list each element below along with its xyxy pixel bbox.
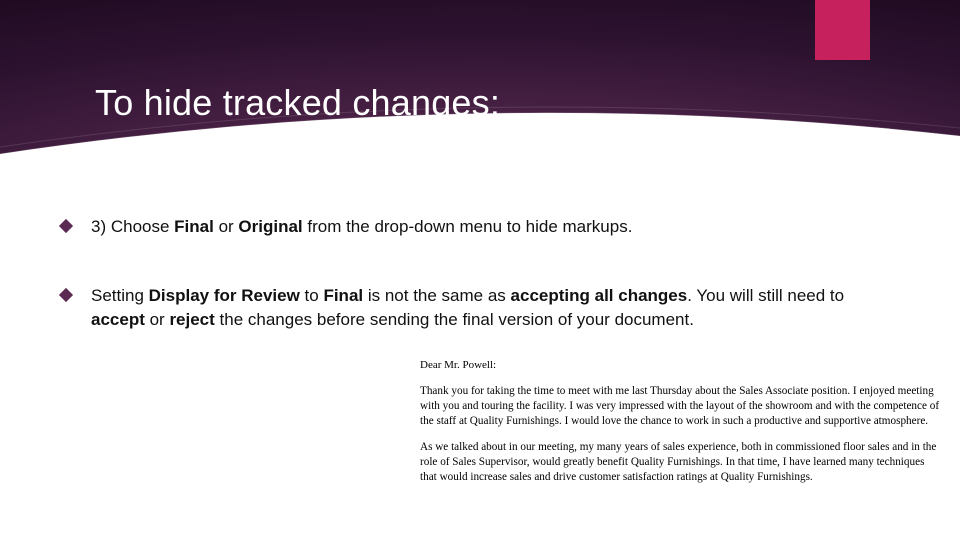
bold-run: accepting all changes xyxy=(511,286,688,305)
bullet-item: 3) Choose Final or Original from the dro… xyxy=(55,215,905,240)
text-run: or xyxy=(145,310,170,329)
bold-run: accept xyxy=(91,310,145,329)
text-run: Setting xyxy=(91,286,149,305)
text-run: or xyxy=(214,217,239,236)
text-run: from the drop-down menu to hide markups. xyxy=(303,217,633,236)
diamond-bullet-icon xyxy=(59,288,73,302)
doc-paragraph: Thank you for taking the time to meet wi… xyxy=(420,384,940,429)
text-run: the changes before sending the final ver… xyxy=(215,310,694,329)
text-run: to xyxy=(300,286,324,305)
accent-tab xyxy=(815,0,870,60)
bullet-item: Setting Display for Review to Final is n… xyxy=(55,284,905,333)
bold-run: Final xyxy=(174,217,214,236)
bold-run: Final xyxy=(323,286,363,305)
slide-title: To hide tracked changes: xyxy=(95,82,500,124)
text-run: . You will still need to xyxy=(687,286,844,305)
diamond-bullet-icon xyxy=(59,219,73,233)
doc-greeting: Dear Mr. Powell: xyxy=(420,358,940,373)
slide-body: 3) Choose Final or Original from the dro… xyxy=(0,170,960,333)
bullet-text: Setting Display for Review to Final is n… xyxy=(91,284,881,333)
text-run: 3) Choose xyxy=(91,217,174,236)
bold-run: reject xyxy=(169,310,214,329)
bullet-text: 3) Choose Final or Original from the dro… xyxy=(91,215,632,240)
text-run: is not the same as xyxy=(363,286,510,305)
bold-run: Original xyxy=(238,217,302,236)
bold-run: Display for Review xyxy=(149,286,300,305)
doc-paragraph: As we talked about in our meeting, my ma… xyxy=(420,440,940,485)
sample-document: Dear Mr. Powell: Thank you for taking th… xyxy=(420,358,940,497)
slide-header: To hide tracked changes: xyxy=(0,0,960,170)
